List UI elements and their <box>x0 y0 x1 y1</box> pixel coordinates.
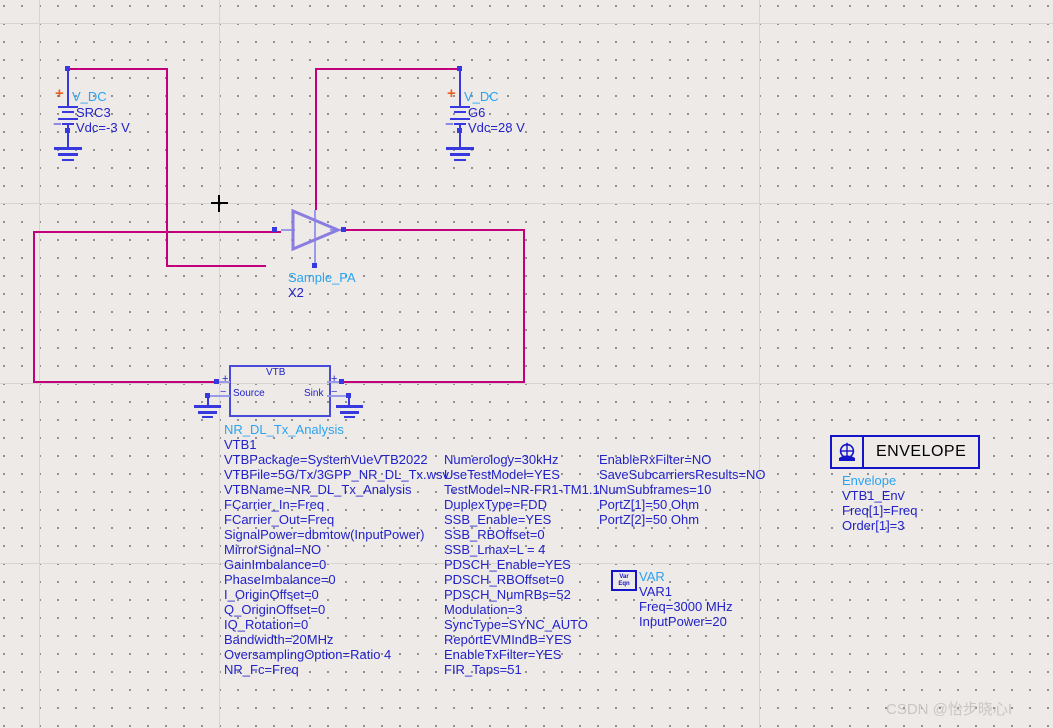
vtb-port-sink-label: Sink <box>304 388 324 399</box>
vtb-source-node-plus <box>214 379 219 384</box>
gridline-vertical <box>759 0 760 728</box>
gridline-horizontal <box>0 383 1053 384</box>
src3-type-label: V_DC <box>72 89 107 104</box>
var-eqn-icon: Var Eqn <box>611 570 637 591</box>
amp-node-output <box>341 227 346 232</box>
wire-amp-input-rail-top[interactable] <box>33 231 281 233</box>
wire-src3-top[interactable] <box>68 68 168 70</box>
wire-src3-to-amp-bottom[interactable] <box>166 265 266 267</box>
wire-src3-down[interactable] <box>166 68 168 267</box>
amp-type-label: Sample_PA <box>288 270 356 285</box>
g6-instance-label: G6 <box>468 105 486 120</box>
vtb-sink-node-plus <box>339 379 344 384</box>
gridline-vertical <box>39 0 40 728</box>
src3-plate-short-1 <box>62 111 74 113</box>
wire-amp-output-top[interactable] <box>341 229 525 231</box>
var-instance-label: VAR1 <box>639 584 672 599</box>
amp-triangle-icon <box>291 208 342 252</box>
envelope-controller-icon <box>832 437 864 467</box>
g6-node-bottom <box>457 128 462 133</box>
src3-param-vdc: Vdc=-3 V <box>76 120 130 135</box>
src3-node-top <box>65 66 70 71</box>
wire-amp-input-rail-left[interactable] <box>33 231 35 383</box>
amp-instance-label: X2 <box>288 285 304 300</box>
watermark-text: CSDN @怡步晓心I <box>886 701 1013 718</box>
gridline-horizontal <box>0 23 1053 24</box>
g6-plate-long-1 <box>450 106 470 108</box>
var-icon-line-2: Eqn <box>618 580 630 587</box>
amp-node-supply <box>312 263 317 268</box>
schematic-canvas[interactable]: + − V_DC SRC3 Vdc=-3 V + − V_DC G6 Vdc=2… <box>0 0 1053 728</box>
g6-type-label: V_DC <box>464 89 499 104</box>
envelope-block[interactable]: ENVELOPE <box>830 435 981 469</box>
envelope-type-label: Envelope <box>842 473 897 488</box>
vtb-source-plus-marker: + <box>222 373 229 385</box>
amp-node-input <box>272 227 277 232</box>
vtb-port-source-label: Source <box>233 388 265 399</box>
vtb-source-lead-minus <box>207 395 230 397</box>
vtb-sink-node-minus <box>346 393 351 398</box>
src3-lead-top <box>67 68 69 106</box>
src3-plus-marker: + <box>55 85 64 102</box>
g6-lead-top <box>459 68 461 106</box>
wire-vtb-source-rail[interactable] <box>33 381 216 383</box>
g6-minus-marker: − <box>445 116 454 133</box>
gridline-horizontal <box>0 203 1053 204</box>
vtb-instance-label: VTB1 <box>224 437 257 452</box>
vtb-sink-plus-marker: + <box>331 373 338 385</box>
wire-vtb-sink-rail[interactable] <box>341 381 525 383</box>
g6-param-vdc: Vdc=28 V <box>468 120 525 135</box>
wire-g6-down[interactable] <box>315 68 317 210</box>
vtb-box-title: VTB <box>266 367 286 378</box>
wire-amp-output-right[interactable] <box>523 229 525 383</box>
src3-instance-label: SRC3 <box>76 105 111 120</box>
g6-node-top <box>457 66 462 71</box>
var-icon-line-1: Var <box>619 573 629 580</box>
envelope-block-text: ENVELOPE <box>876 443 967 460</box>
src3-plate-long-1 <box>58 106 78 108</box>
src3-node-bottom <box>65 128 70 133</box>
var-type-label: VAR <box>639 569 665 584</box>
vtb-type-label: NR_DL_Tx_Analysis <box>224 422 344 437</box>
vtb-source-node-minus <box>205 393 210 398</box>
envelope-instance-label: VTB1_Env <box>842 488 905 503</box>
g6-plus-marker: + <box>447 85 456 102</box>
gridline-vertical <box>219 0 220 728</box>
g6-plate-short-1 <box>454 111 466 113</box>
src3-minus-marker: − <box>53 116 62 133</box>
wire-g6-top[interactable] <box>315 68 460 70</box>
